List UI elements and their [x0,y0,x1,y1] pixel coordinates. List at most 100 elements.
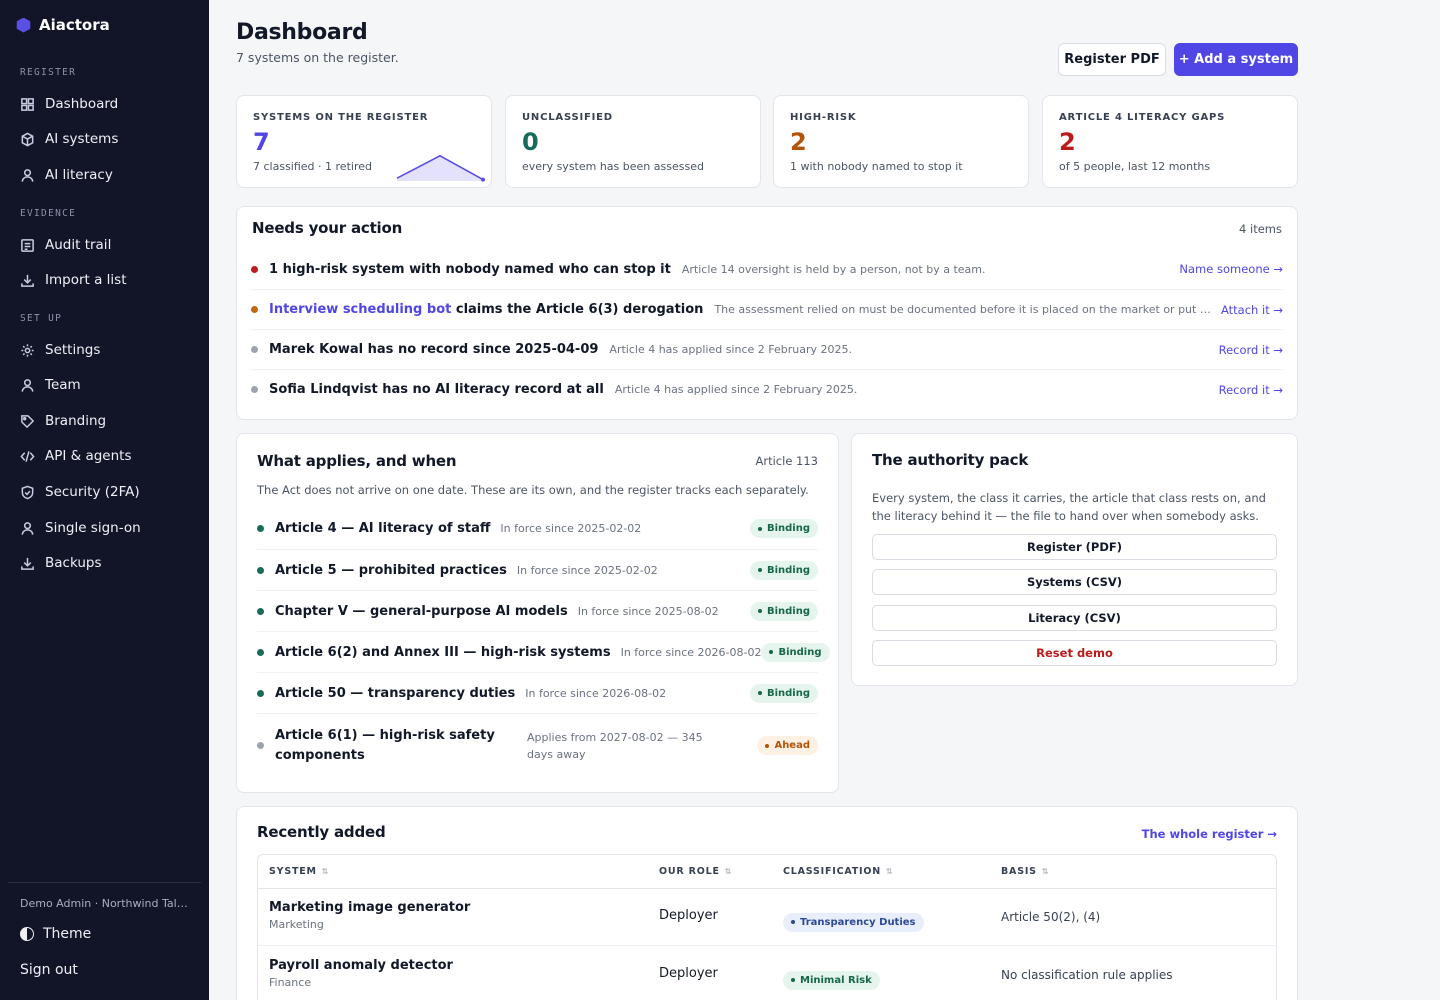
system-department: Marketing [269,918,324,931]
system-name[interactable]: Marketing image generator [269,900,470,915]
stat-card-systems[interactable]: SYSTEMS ON THE REGISTER 7 7 classified ·… [236,95,492,188]
theme-toggle[interactable]: Theme [20,926,91,942]
stat-label: HIGH-RISK [790,112,857,123]
record-it-link[interactable]: Record it → [1209,383,1283,397]
status-dot [257,607,264,615]
status-dot [257,742,264,749]
status-badge: Binding [749,560,818,580]
status-badge: Ahead [757,736,818,755]
user-account: Demo Admin · Northwind Talent [20,897,190,910]
tag-icon [21,414,35,428]
sidebar-item-ai-literacy[interactable]: AI literacy [20,163,113,187]
system-link[interactable]: Interview scheduling bot [269,302,451,317]
table-row[interactable]: Marketing image generator Marketing Depl… [258,889,1276,946]
contrast-icon [20,927,34,941]
status-dot [251,386,258,393]
sidebar-item-label: Import a list [45,272,127,288]
basis-text: Article 50(2), (4) [1001,910,1101,924]
cube-icon [21,132,34,146]
column-label: OUR ROLE [659,866,720,877]
reset-demo-button[interactable]: Reset demo [872,640,1277,666]
action-title: Marek Kowal has no record since 2025-04-… [269,342,599,357]
obligation-title: Article 6(2) and Annex III — high-risk s… [275,644,611,660]
stat-note: of 5 people, last 12 months [1059,160,1211,173]
stat-value: 7 [253,128,270,156]
obligation-date: In force since 2026-08-02 [620,645,762,659]
status-badge: Binding [749,683,818,703]
sign-out-link[interactable]: Sign out [20,962,78,978]
obligation-row: Chapter V — general-purpose AI models In… [257,590,818,631]
name-someone-link[interactable]: Name someone → [1169,262,1283,276]
register-pdf-button[interactable]: Register PDF [1058,43,1166,76]
table-row[interactable]: Payroll anomaly detector Finance Deploye… [258,947,1276,1000]
stat-note: 1 with nobody named to stop it [790,160,963,173]
stat-note: every system has been assessed [522,160,704,173]
person-icon [21,521,34,535]
status-dot [257,689,264,697]
sidebar-item-settings[interactable]: Settings [20,338,100,362]
whole-register-link[interactable]: The whole register → [1142,827,1277,841]
obligation-date: In force since 2026-08-02 [525,686,667,700]
sidebar-item-api[interactable]: API & agents [20,444,132,468]
download-icon [21,274,34,287]
items-count: 4 items [1239,222,1282,236]
status-dot [251,265,258,273]
sidebar-item-dashboard[interactable]: Dashboard [20,92,118,116]
column-header-basis[interactable]: BASIS ⇅ [1001,855,1049,888]
card-title: The authority pack [872,451,1029,469]
obligation-date: In force since 2025-02-02 [516,563,658,577]
column-header-system[interactable]: SYSTEM ⇅ [269,855,329,888]
needs-action-card: Needs your action 4 items 1 high-risk sy… [236,206,1298,420]
obligation-row: Article 6(1) — high-risk safety componen… [257,713,818,777]
register-pdf-export-button[interactable]: Register (PDF) [872,534,1277,560]
brand[interactable]: Aiactora [16,16,110,34]
record-it-link[interactable]: Record it → [1209,343,1283,357]
status-dot [251,306,258,313]
stat-card-literacy-gaps[interactable]: ARTICLE 4 LITERACY GAPS 2 of 5 people, l… [1042,95,1298,188]
system-name[interactable]: Payroll anomaly detector [269,958,453,973]
our-role: Deployer [659,908,718,923]
stat-card-high-risk[interactable]: HIGH-RISK 2 1 with nobody named to stop … [773,95,1029,188]
add-system-button[interactable]: + Add a system [1174,43,1298,76]
card-title: Needs your action [252,219,403,237]
gear-icon [21,343,34,357]
systems-csv-button[interactable]: Systems (CSV) [872,569,1277,595]
sidebar-item-label: AI systems [45,131,119,147]
theme-label: Theme [43,926,92,942]
sidebar-item-security[interactable]: Security (2FA) [20,480,140,504]
status-dot [257,525,264,532]
sidebar-item-audit-trail[interactable]: Audit trail [20,233,111,257]
sidebar-item-team[interactable]: Team [20,373,81,397]
status-badge: Binding [749,601,818,621]
basis-text: No classification rule applies [1001,968,1173,982]
stat-value: 0 [522,128,539,156]
sidebar-item-sso[interactable]: Single sign-on [20,516,141,540]
sidebar-item-import[interactable]: Import a list [20,268,127,292]
sparkline-end-dot [481,177,485,182]
action-description: Article 4 has applied since 2 February 2… [609,343,853,356]
applies-description: The Act does not arrive on one date. The… [257,483,809,497]
action-title: 1 high-risk system with nobody named who… [269,261,671,277]
person-icon [21,378,34,392]
action-description: Article 4 has applied since 2 February 2… [614,383,858,396]
applies-card: What applies, and when Article 113 The A… [236,433,839,793]
sidebar-item-ai-systems[interactable]: AI systems [20,127,118,151]
sidebar-item-label: Security (2FA) [45,484,140,500]
literacy-csv-button[interactable]: Literacy (CSV) [872,605,1277,631]
attach-it-link[interactable]: Attach it → [1211,303,1283,317]
sparkline-chart [396,154,485,182]
stat-card-unclassified[interactable]: UNCLASSIFIED 0 every system has been ass… [505,95,761,188]
column-header-role[interactable]: OUR ROLE ⇅ [659,855,732,888]
column-label: CLASSIFICATION [783,866,882,877]
sidebar-item-backups[interactable]: Backups [20,551,102,575]
shield-icon [21,485,34,499]
column-header-classification[interactable]: CLASSIFICATION ⇅ [783,855,894,888]
obligation-row: Article 4 — AI literacy of staff In forc… [257,508,818,549]
status-dot [257,648,264,656]
sidebar-item-branding[interactable]: Branding [20,409,106,433]
sidebar-item-label: AI literacy [45,167,113,183]
sidebar-item-label: Backups [45,555,102,571]
sidebar-item-label: Branding [45,413,107,429]
list-icon [21,238,34,252]
action-description: The assessment relied on must be documen… [714,303,1211,316]
